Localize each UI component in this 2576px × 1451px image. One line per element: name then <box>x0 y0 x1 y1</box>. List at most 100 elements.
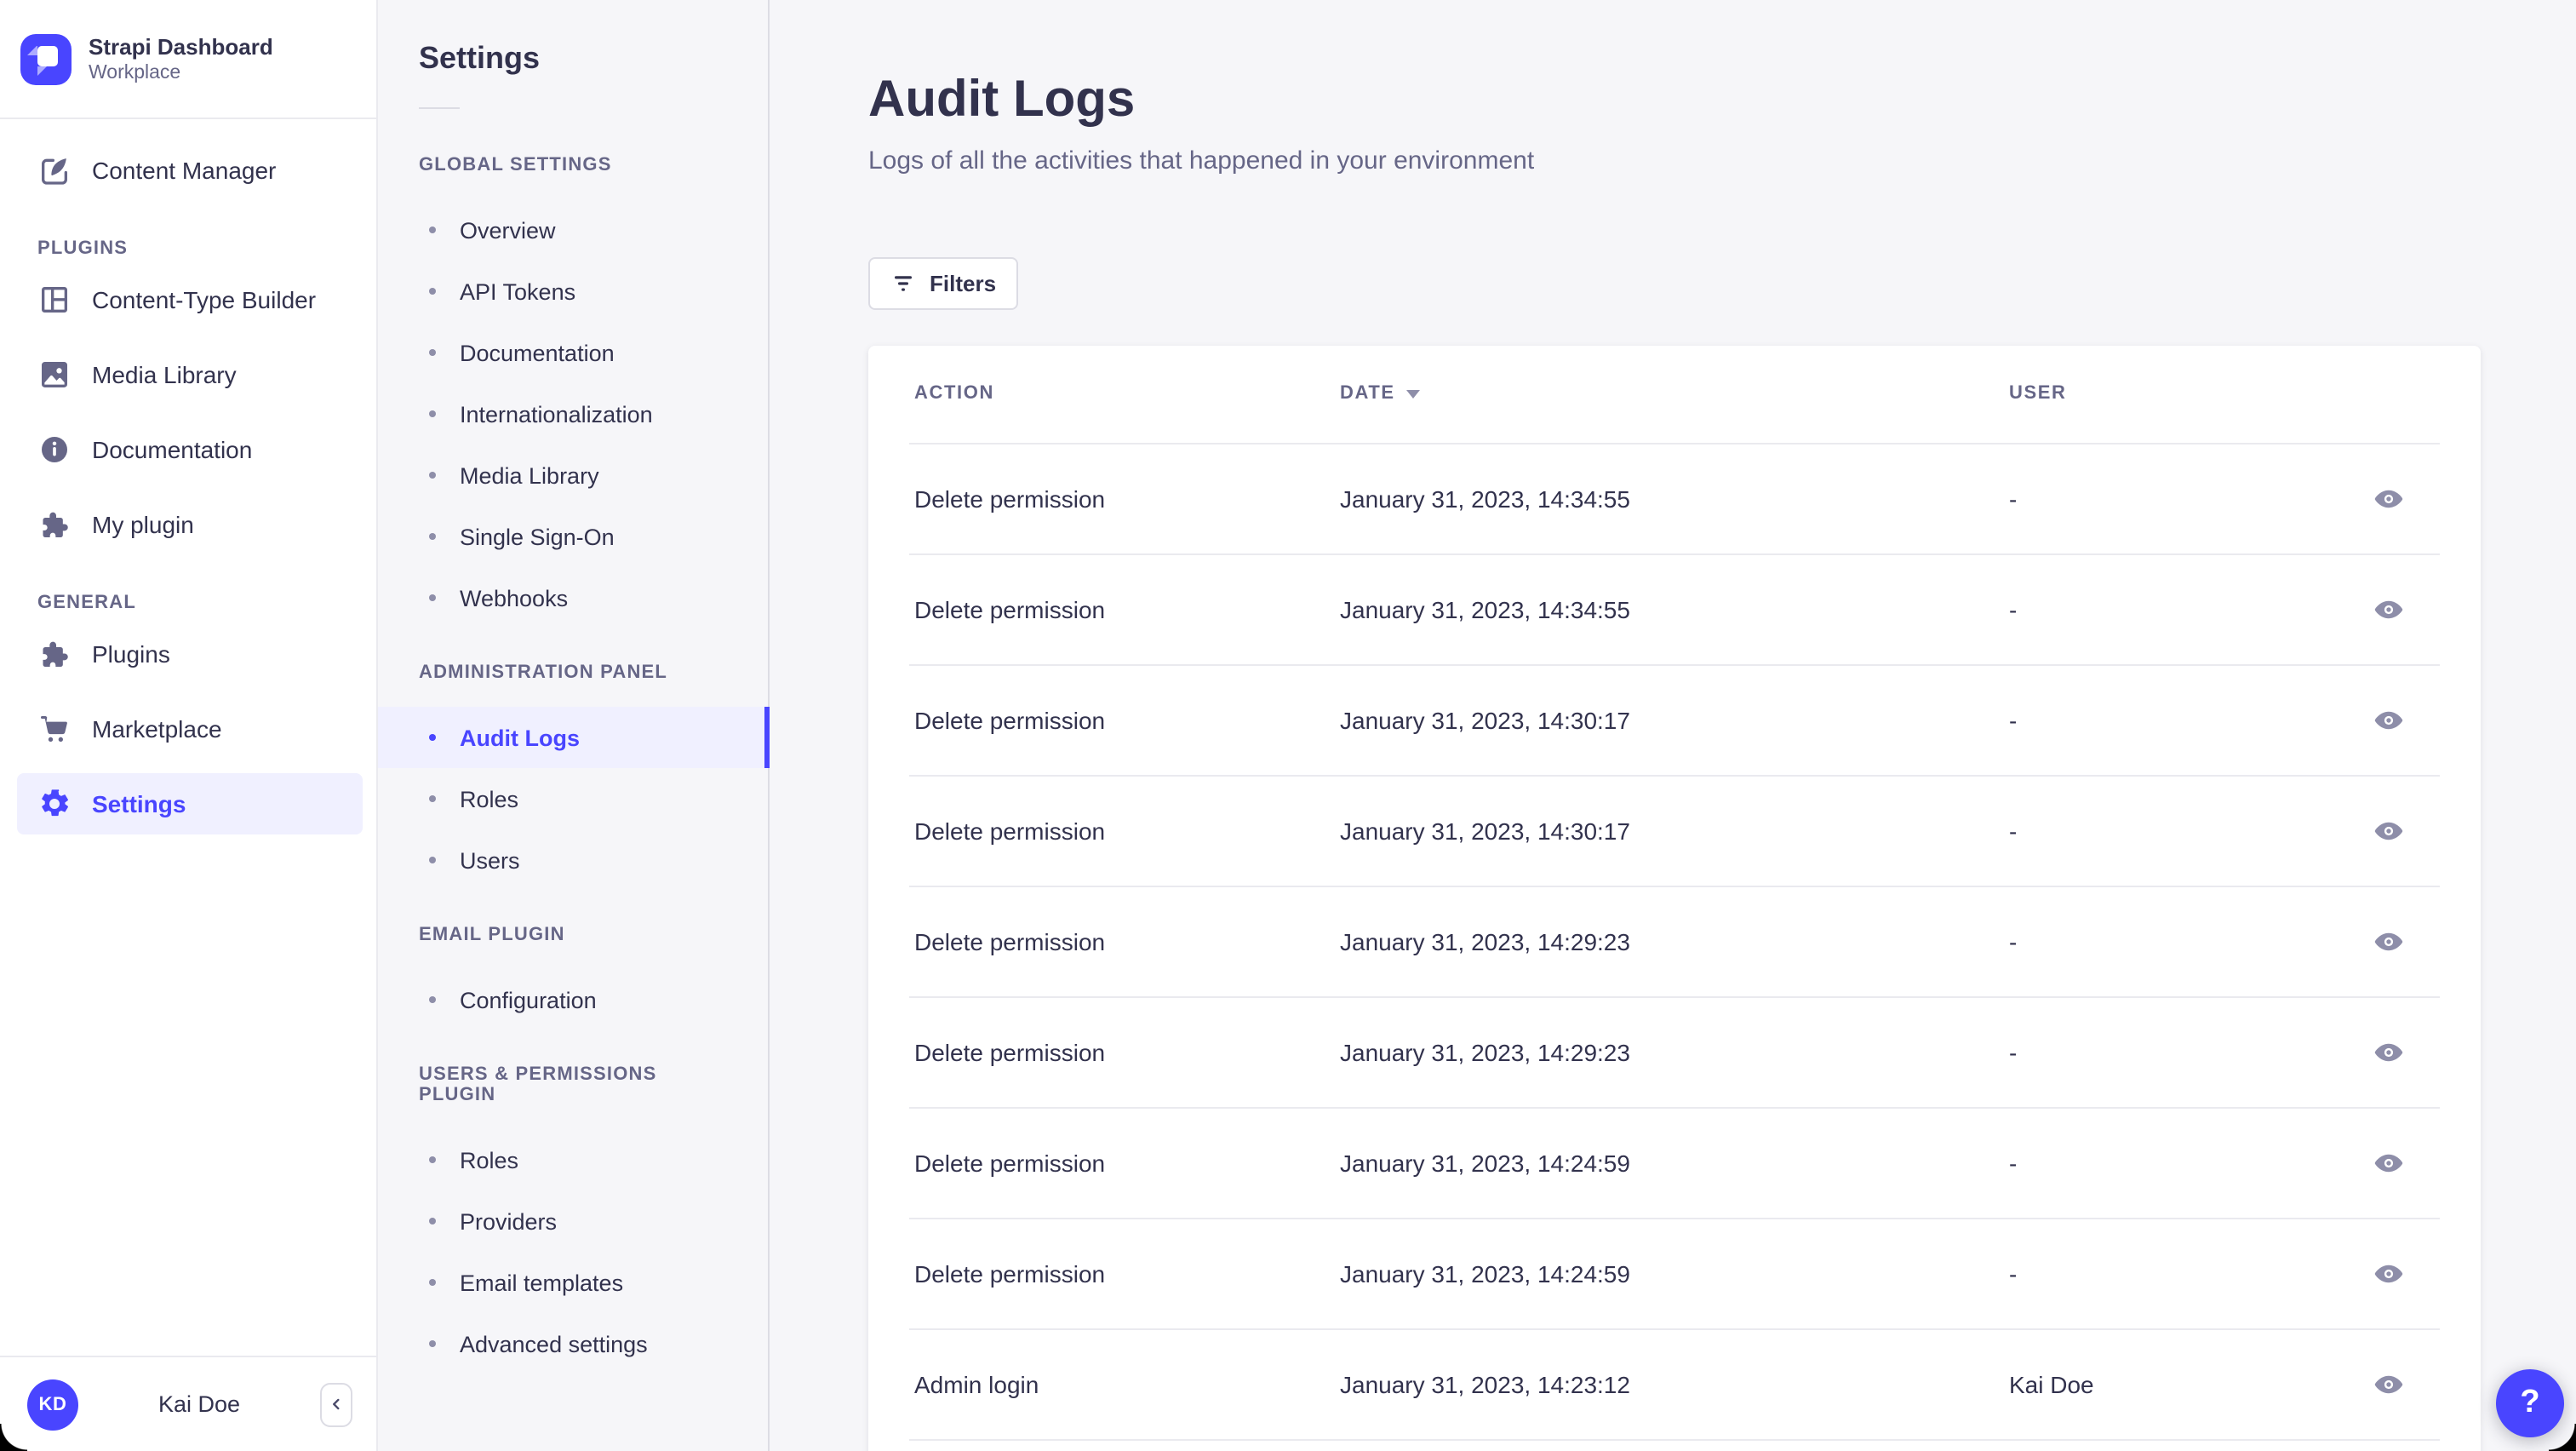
settings-nav-item-label: Overview <box>460 217 556 243</box>
sidebar-item-content-manager[interactable]: Content Manager <box>0 133 376 208</box>
sidebar-section-label: GENERAL <box>37 593 136 613</box>
view-details-button[interactable] <box>2358 800 2419 861</box>
cell-date: January 31, 2023, 14:30:17 <box>1340 706 1630 733</box>
column-header-date[interactable]: DATE <box>1335 383 2004 404</box>
settings-section-list: Roles Providers Email templates Advanced se… <box>378 1129 768 1374</box>
table-row-partial <box>909 1438 2440 1451</box>
settings-nav-item-email-templates[interactable]: Email templates <box>378 1252 768 1313</box>
sidebar-item-settings[interactable]: Settings <box>17 773 363 834</box>
view-details-button[interactable] <box>2358 1021 2419 1082</box>
settings-nav-item-users[interactable]: Users <box>378 829 768 891</box>
table-row[interactable]: Delete permission January 31, 2023, 14:29… <box>909 885 2440 995</box>
sidebar-item-marketplace[interactable]: Marketplace <box>0 691 376 766</box>
view-details-button[interactable] <box>2358 1353 2419 1414</box>
settings-nav-item-single-sign-on[interactable]: Single Sign-On <box>378 506 768 567</box>
settings-subnav: Settings GLOBAL SETTINGS Overview API Toke… <box>378 0 770 1451</box>
subnav-divider <box>419 107 460 109</box>
settings-nav-item-overview[interactable]: Overview <box>378 199 768 261</box>
table-row[interactable]: Delete permission January 31, 2023, 14:24… <box>909 1106 2440 1217</box>
help-button[interactable]: ? <box>2496 1369 2564 1437</box>
cell-action: Delete permission <box>914 485 1106 512</box>
cell-action: Admin login <box>914 1370 1039 1397</box>
bullet-icon <box>429 410 436 417</box>
settings-nav-sections: GLOBAL SETTINGS Overview API Tokens Documen… <box>378 155 770 1374</box>
sidebar-item-content-type-builder[interactable]: Content-Type Builder <box>0 262 376 337</box>
settings-nav-item-internationalization[interactable]: Internationalization <box>378 383 768 444</box>
column-header-user[interactable]: USER <box>2004 383 2338 404</box>
bullet-icon <box>429 227 436 233</box>
table-row[interactable]: Admin login January 31, 2023, 14:23:12 Kai… <box>909 1328 2440 1438</box>
settings-nav-item-configuration[interactable]: Configuration <box>378 969 768 1030</box>
view-details-button[interactable] <box>2358 467 2419 529</box>
puzzle-icon <box>37 637 72 671</box>
view-details-button[interactable] <box>2358 1132 2419 1193</box>
cell-user: Kai Doe <box>2009 1370 2094 1397</box>
brand[interactable]: Strapi Dashboard Workplace <box>0 0 376 119</box>
pen-icon <box>37 153 72 187</box>
table-row[interactable]: Delete permission January 31, 2023, 14:29… <box>909 995 2440 1106</box>
cell-action: Delete permission <box>914 1259 1106 1287</box>
settings-section-list: Configuration <box>378 969 768 1030</box>
settings-nav-item-label: API Tokens <box>460 278 576 304</box>
view-details-button[interactable] <box>2358 910 2419 972</box>
cell-action: Delete permission <box>914 1149 1106 1176</box>
sidebar-item-label: My plugin <box>92 511 194 538</box>
column-header-label: USER <box>2009 383 2067 404</box>
settings-nav-item-label: Email templates <box>460 1270 624 1295</box>
sidebar-item-plugins[interactable]: Plugins <box>0 617 376 691</box>
settings-nav-item-api-tokens[interactable]: API Tokens <box>378 261 768 322</box>
table-row[interactable]: Delete permission January 31, 2023, 14:34… <box>909 442 2440 553</box>
eye-icon <box>2373 1036 2404 1067</box>
settings-nav-item-label: Providers <box>460 1208 558 1234</box>
sidebar-item-documentation[interactable]: Documentation <box>0 412 376 487</box>
settings-nav-item-label: Media Library <box>460 462 599 488</box>
settings-nav-item-documentation[interactable]: Documentation <box>378 322 768 383</box>
sidebar-item-label: Settings <box>92 790 186 817</box>
bullet-icon <box>429 349 436 356</box>
settings-nav-item-label: Webhooks <box>460 585 569 611</box>
main-content: Audit Logs Logs of all the activities th… <box>770 0 2576 1451</box>
settings-nav-item-label: Users <box>460 847 520 873</box>
sidebar-item-media-library[interactable]: Media Library <box>0 337 376 412</box>
bullet-icon <box>429 1279 436 1286</box>
view-details-button[interactable] <box>2358 578 2419 639</box>
cart-icon <box>37 712 72 746</box>
settings-nav-item-audit-logs[interactable]: Audit Logs <box>378 707 770 768</box>
cell-action: Delete permission <box>914 595 1106 622</box>
column-header-action[interactable]: ACTION <box>909 383 1335 404</box>
strapi-logo-icon <box>20 33 72 84</box>
avatar[interactable]: KD <box>27 1379 78 1430</box>
filters-button-label: Filters <box>930 270 997 295</box>
table-row[interactable]: Delete permission January 31, 2023, 14:24… <box>909 1217 2440 1328</box>
filters-button[interactable]: Filters <box>868 256 1019 309</box>
cell-date: January 31, 2023, 14:30:17 <box>1340 817 1630 844</box>
cell-date: January 31, 2023, 14:24:59 <box>1340 1149 1630 1176</box>
sidebar-item-label: Marketplace <box>92 715 222 743</box>
table-row[interactable]: Delete permission January 31, 2023, 14:30… <box>909 663 2440 774</box>
sidebar-item-label: Documentation <box>92 436 253 463</box>
view-details-button[interactable] <box>2358 1242 2419 1304</box>
table-row[interactable]: Delete permission January 31, 2023, 14:30… <box>909 774 2440 885</box>
collapse-sidebar-button[interactable] <box>320 1382 352 1426</box>
cell-action: Delete permission <box>914 927 1106 955</box>
cell-action: Delete permission <box>914 817 1106 844</box>
settings-nav-item-webhooks[interactable]: Webhooks <box>378 567 768 628</box>
chevron-left-icon <box>327 1395 346 1414</box>
sidebar-item-label: Media Library <box>92 361 237 388</box>
settings-nav-item-providers[interactable]: Providers <box>378 1190 768 1252</box>
sidebar-item-my-plugin[interactable]: My plugin <box>0 487 376 562</box>
sidebar-footer: KD Kai Doe <box>0 1356 376 1451</box>
cell-user: - <box>2009 485 2018 512</box>
settings-nav-item-media-library[interactable]: Media Library <box>378 444 768 506</box>
cell-date: January 31, 2023, 14:34:55 <box>1340 595 1630 622</box>
view-details-button[interactable] <box>2358 689 2419 750</box>
bullet-icon <box>429 533 436 540</box>
settings-nav-item-roles[interactable]: Roles <box>378 1129 768 1190</box>
settings-nav-item-advanced-settings[interactable]: Advanced settings <box>378 1313 768 1374</box>
brand-subtitle: Workplace <box>89 63 181 83</box>
cell-user: - <box>2009 1259 2018 1287</box>
table-row[interactable]: Delete permission January 31, 2023, 14:34… <box>909 553 2440 663</box>
settings-nav-item-roles[interactable]: Roles <box>378 768 768 829</box>
bullet-icon <box>429 594 436 601</box>
cell-date: January 31, 2023, 14:29:23 <box>1340 1038 1630 1065</box>
